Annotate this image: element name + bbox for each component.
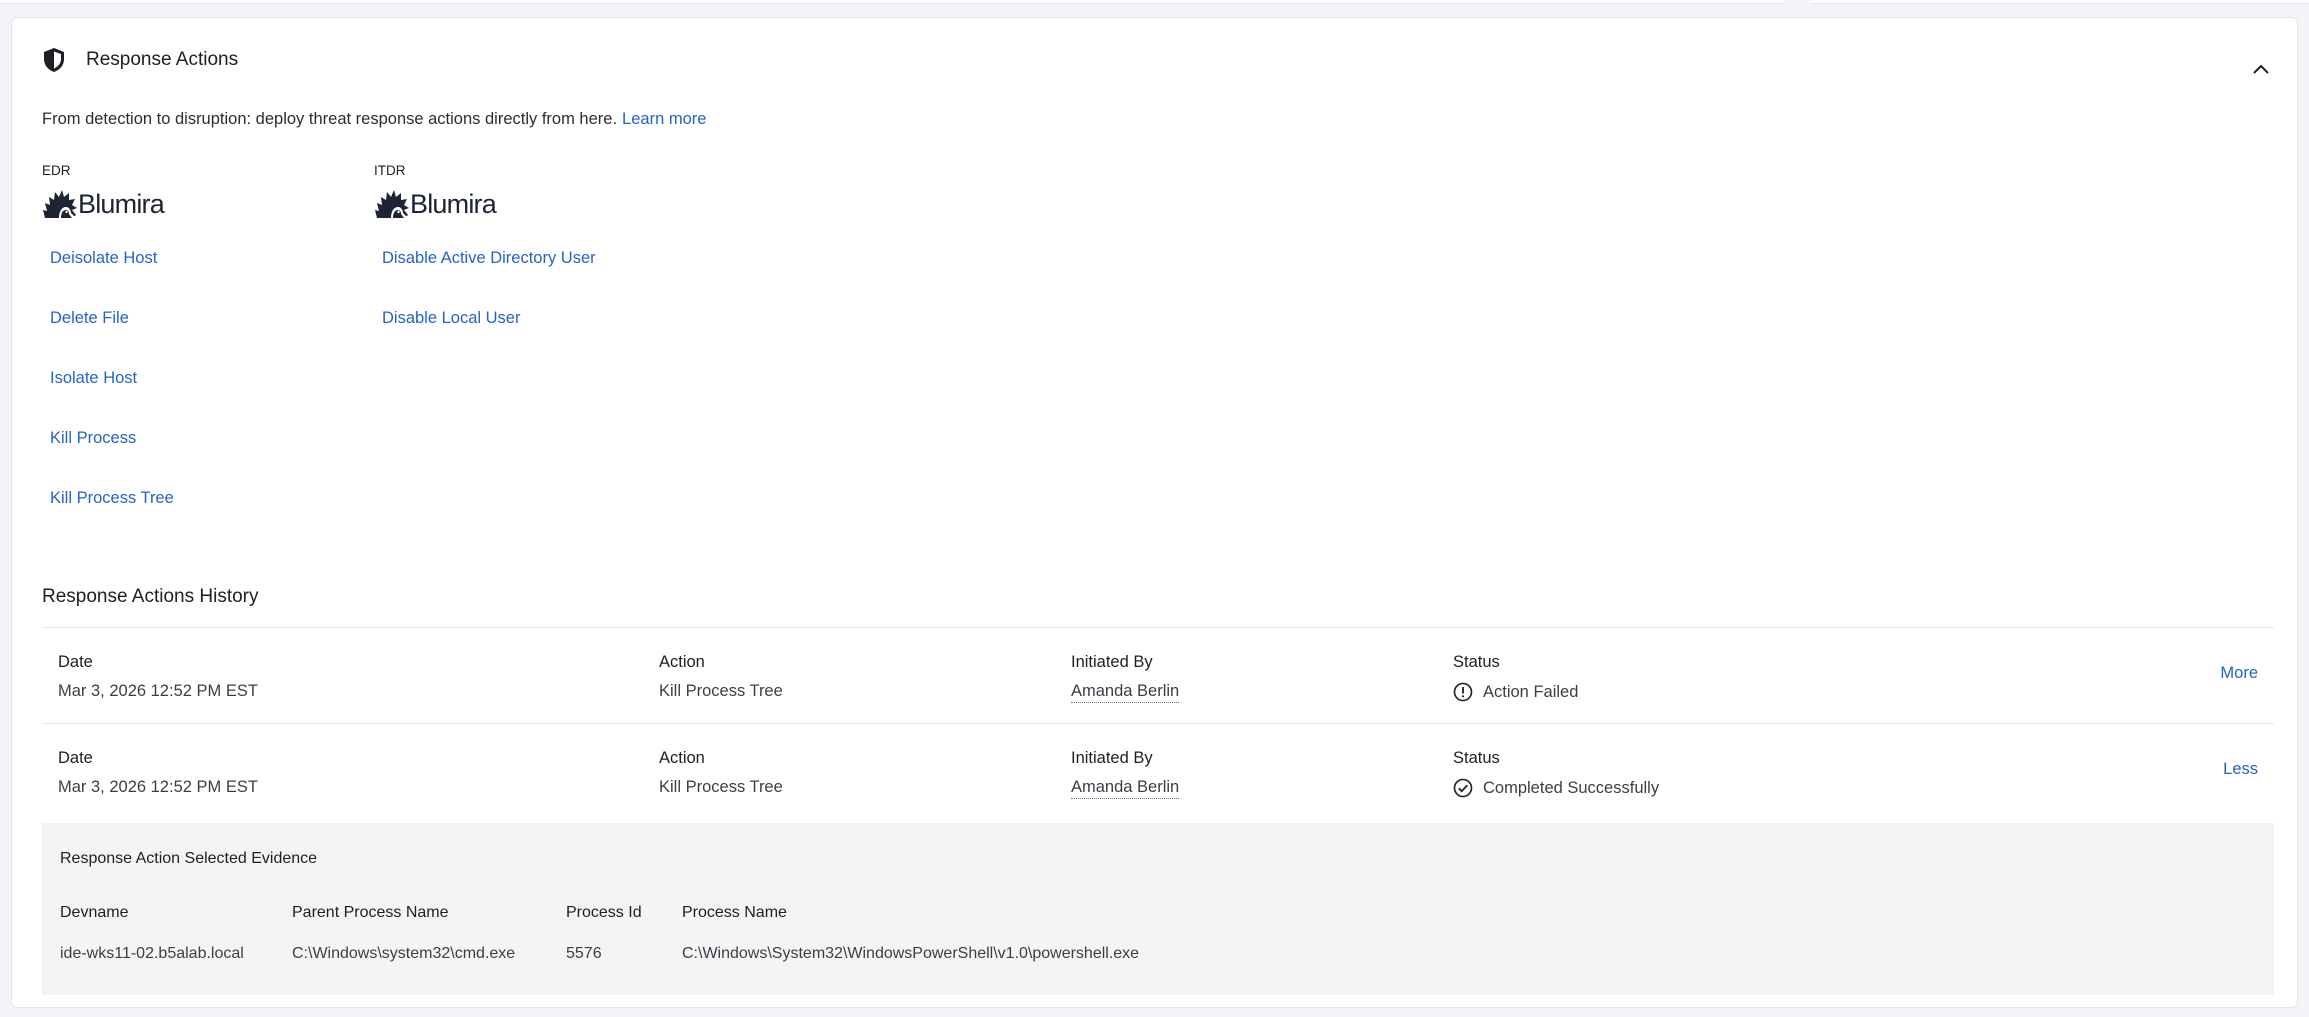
delete-file-link[interactable]: Delete File: [50, 308, 174, 368]
hedgehog-logo-icon: [375, 190, 409, 218]
status-text: Completed Successfully: [1483, 778, 1660, 797]
less-link[interactable]: Less: [2223, 760, 2258, 779]
kill-process-tree-link[interactable]: Kill Process Tree: [50, 488, 174, 548]
date-label: Date: [58, 749, 93, 767]
response-actions-panel: Response Actions From detection to disru…: [11, 17, 2298, 1008]
action-cell: Action Kill Process Tree: [659, 749, 783, 797]
more-link[interactable]: More: [2220, 664, 2258, 683]
check-circle-icon: [1453, 778, 1473, 798]
itdr-action-list: Disable Active Directory User Disable Lo…: [374, 248, 596, 368]
evidence-column-process-name: Process Name C:\Windows\System32\Windows…: [682, 904, 1139, 963]
date-cell: Date Mar 3, 2026 12:52 PM EST: [58, 653, 258, 701]
top-strip-segment: [0, 0, 1785, 4]
evidence-column-devname: Devname ide-wks11-02.b5alab.local: [60, 904, 244, 963]
kill-process-link[interactable]: Kill Process: [50, 428, 174, 488]
history-title: Response Actions History: [42, 586, 259, 607]
intro-text: From detection to disruption: deploy thr…: [42, 110, 618, 128]
initiated-by-value-wrap: Amanda Berlin: [1071, 682, 1180, 703]
disable-ad-user-link[interactable]: Disable Active Directory User: [382, 248, 596, 308]
edr-action-list: Deisolate Host Delete File Isolate Host …: [42, 248, 174, 548]
action-label: Action: [659, 653, 705, 671]
initiated-by-user[interactable]: Amanda Berlin: [1071, 778, 1180, 799]
selected-evidence-panel: Response Action Selected Evidence Devnam…: [42, 823, 2274, 995]
date-cell: Date Mar 3, 2026 12:52 PM EST: [58, 749, 258, 797]
evidence-column-process-id: Process Id 5576: [566, 904, 642, 963]
vendor-column-edr: EDR Blumira Deisolate Host Delete File I…: [42, 163, 174, 548]
history-table: Date Mar 3, 2026 12:52 PM EST Action Kil…: [42, 627, 2274, 819]
history-row: Date Mar 3, 2026 12:52 PM EST Action Kil…: [42, 627, 2274, 723]
date-value: Mar 3, 2026 12:52 PM EST: [58, 778, 258, 796]
status-cell: Status Completed Successfully: [1453, 749, 1659, 798]
hedgehog-logo-icon: [43, 190, 77, 218]
evidence-value: 5576: [566, 945, 602, 962]
status-value-wrap: Action Failed: [1453, 682, 1578, 702]
evidence-header: Parent Process Name: [292, 904, 449, 921]
date-label: Date: [58, 653, 93, 671]
logo-text: Blumira: [410, 188, 497, 219]
isolate-host-link[interactable]: Isolate Host: [50, 368, 174, 428]
evidence-header: Devname: [60, 904, 129, 921]
vendor-label: ITDR: [374, 163, 406, 178]
chevron-up-icon[interactable]: [2251, 62, 2271, 76]
blumira-logo: Blumira: [374, 187, 596, 221]
evidence-value: C:\Windows\system32\cmd.exe: [292, 945, 516, 962]
initiated-by-user[interactable]: Amanda Berlin: [1071, 682, 1180, 703]
status-value-wrap: Completed Successfully: [1453, 778, 1659, 798]
status-text: Action Failed: [1483, 682, 1579, 701]
date-value: Mar 3, 2026 12:52 PM EST: [58, 682, 258, 700]
learn-more-link[interactable]: Learn more: [622, 110, 706, 128]
initiated-by-label: Initiated By: [1071, 749, 1153, 767]
top-strip: [0, 0, 2309, 14]
top-strip-segment: [1810, 0, 2309, 4]
action-value: Kill Process Tree: [659, 682, 783, 700]
blumira-logo: Blumira: [42, 187, 174, 221]
evidence-value: C:\Windows\System32\WindowsPowerShell\v1…: [682, 945, 1140, 962]
status-label: Status: [1453, 749, 1500, 767]
status-cell: Status Action Failed: [1453, 653, 1578, 702]
initiated-by-value-wrap: Amanda Berlin: [1071, 778, 1180, 799]
evidence-header: Process Id: [566, 904, 642, 921]
vendor-label: EDR: [42, 163, 71, 178]
shield-icon: [44, 48, 64, 72]
history-row: Date Mar 3, 2026 12:52 PM EST Action Kil…: [42, 723, 2274, 819]
evidence-column-parent-process: Parent Process Name C:\Windows\system32\…: [292, 904, 515, 963]
logo-text: Blumira: [78, 188, 165, 219]
initiated-by-label: Initiated By: [1071, 653, 1153, 671]
evidence-header: Process Name: [682, 904, 787, 921]
evidence-value: ide-wks11-02.b5alab.local: [60, 945, 244, 962]
alert-circle-icon: [1453, 682, 1473, 702]
panel-header[interactable]: Response Actions: [42, 44, 238, 76]
initiated-by-cell: Initiated By Amanda Berlin: [1071, 749, 1180, 799]
disable-local-user-link[interactable]: Disable Local User: [382, 308, 596, 368]
evidence-title: Response Action Selected Evidence: [60, 850, 318, 867]
panel-intro: From detection to disruption: deploy thr…: [42, 110, 706, 129]
deisolate-host-link[interactable]: Deisolate Host: [50, 248, 174, 308]
action-cell: Action Kill Process Tree: [659, 653, 783, 701]
vendor-column-itdr: ITDR Blumira Disable Active Directory Us…: [374, 163, 596, 368]
status-label: Status: [1453, 653, 1500, 671]
action-label: Action: [659, 749, 705, 767]
initiated-by-cell: Initiated By Amanda Berlin: [1071, 653, 1180, 703]
action-value: Kill Process Tree: [659, 778, 783, 796]
panel-title: Response Actions: [86, 49, 239, 70]
